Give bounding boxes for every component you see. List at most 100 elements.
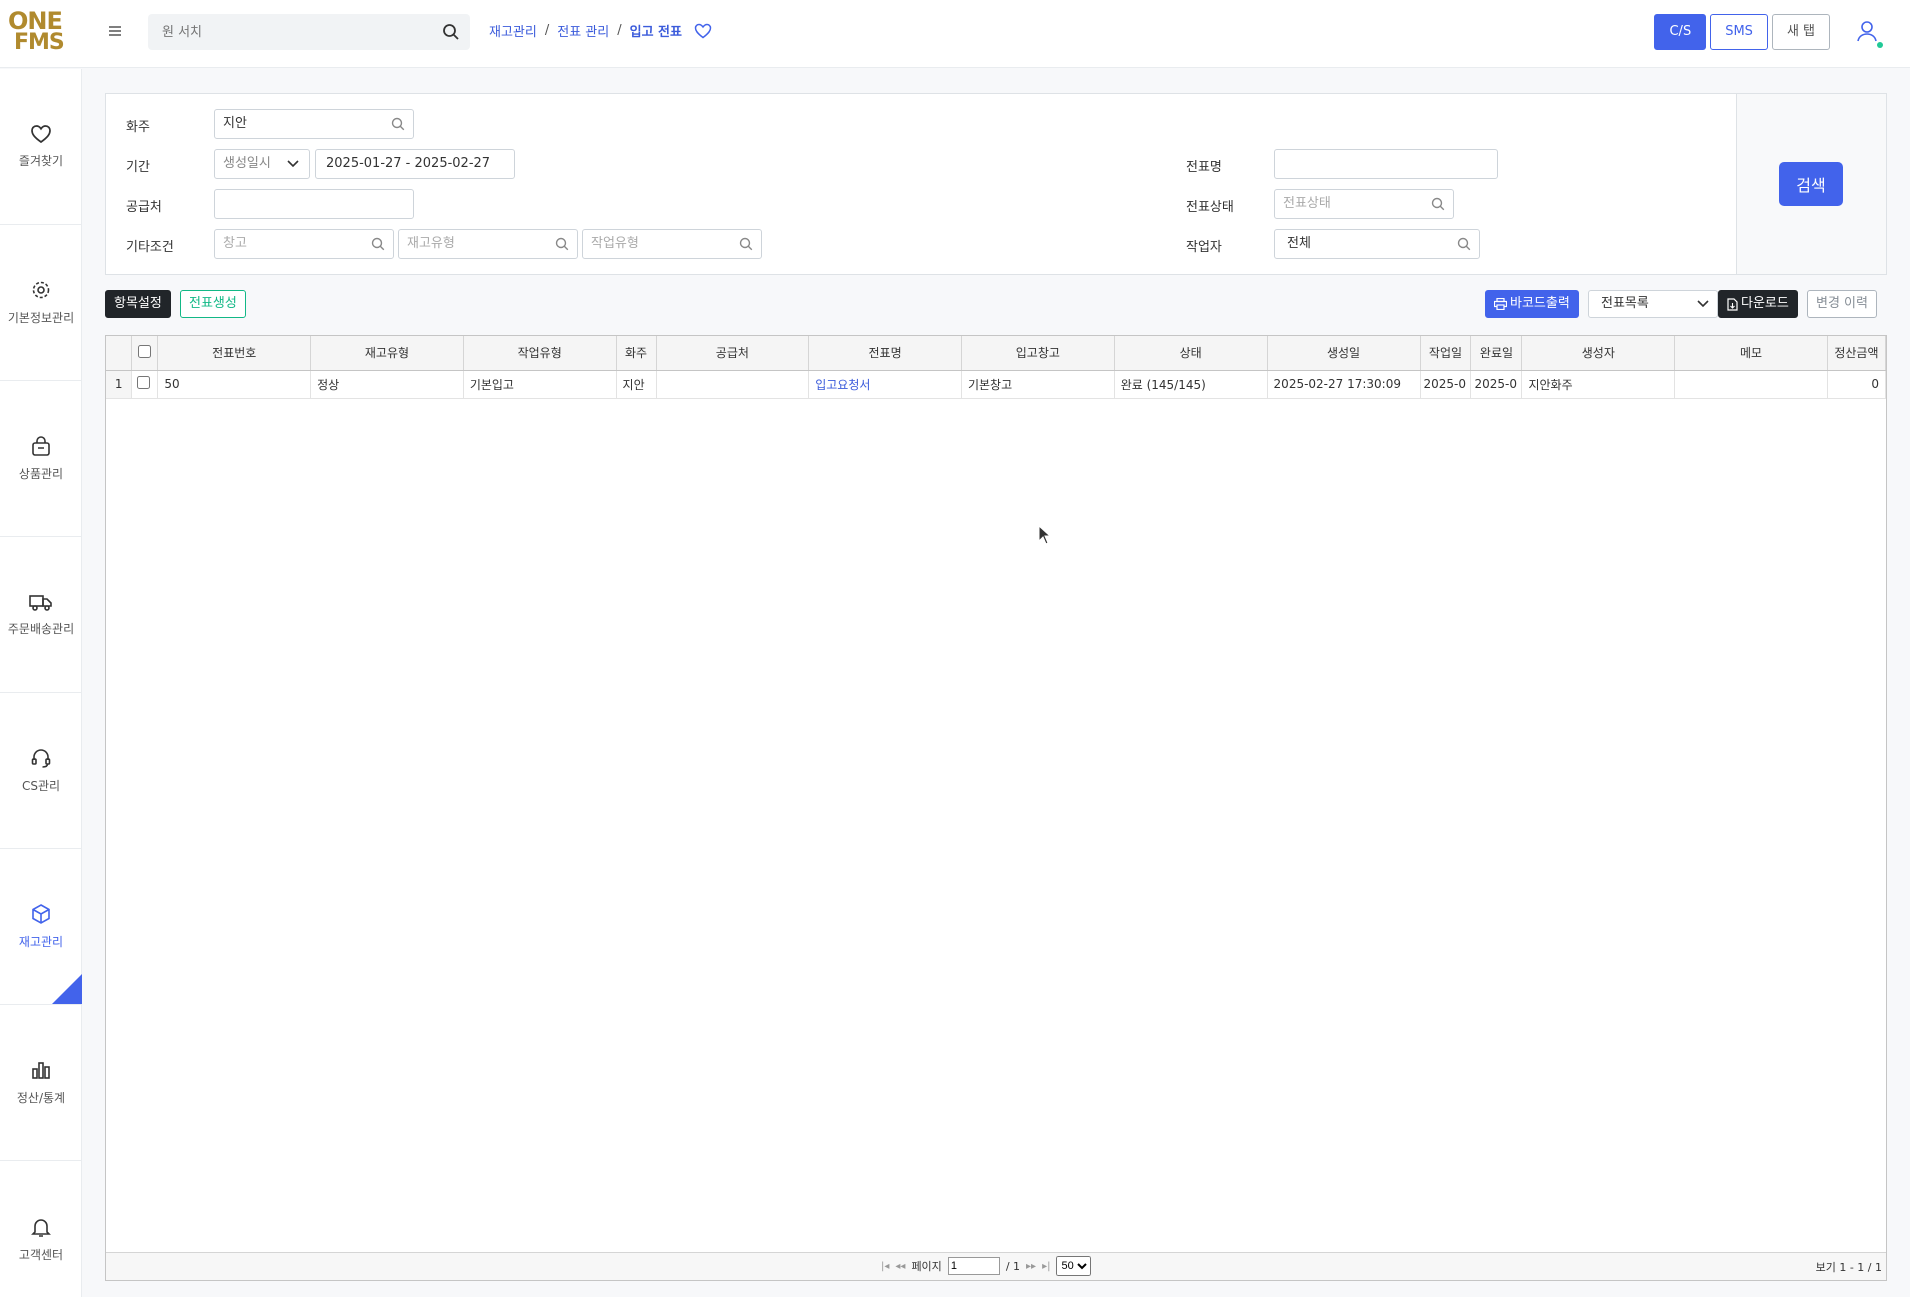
download-button[interactable]: 다운로드 xyxy=(1718,290,1798,318)
column-header[interactable]: 완료일 xyxy=(1470,336,1523,371)
breadcrumb-item-slip-management[interactable]: 전표 관리 xyxy=(557,21,609,40)
column-header[interactable]: 작업일 xyxy=(1420,336,1472,371)
sidebar-item-label: 재고관리 xyxy=(18,935,64,949)
chevron-down-icon xyxy=(287,160,299,168)
work-date-cell: 2025-0 xyxy=(1420,370,1472,399)
top-bar: ONE FMS 재고관리 / 전표 관리 / 입고 전표 C/S SMS 새 탭 xyxy=(0,0,1910,68)
global-search-input[interactable] xyxy=(148,14,428,50)
row-select-cell xyxy=(131,370,159,399)
work-type-filter[interactable]: 작업유형 xyxy=(582,229,762,259)
sidebar-item-products[interactable]: 상품관리 xyxy=(0,381,82,537)
favorite-heart-icon[interactable] xyxy=(694,23,712,39)
column-header[interactable]: 생성자 xyxy=(1521,336,1676,371)
column-header[interactable]: 전표명 xyxy=(808,336,962,371)
sidebar-item-orders-delivery[interactable]: 주문배송관리 xyxy=(0,537,82,693)
next-page-icon[interactable]: ▸▸ xyxy=(1026,1261,1036,1272)
cs-button[interactable]: C/S xyxy=(1654,14,1707,50)
new-tab-button[interactable]: 새 탭 xyxy=(1771,14,1830,50)
barcode-print-button[interactable]: 바코드출력 xyxy=(1485,290,1579,318)
pagination-controls: |◂ ◂◂ 페이지 / 1 ▸▸ ▸| 50 xyxy=(881,1256,1092,1276)
column-header[interactable]: 작업유형 xyxy=(463,336,617,371)
column-header[interactable]: 상태 xyxy=(1114,336,1268,371)
breadcrumb-separator: / xyxy=(617,23,622,38)
worker-filter[interactable]: 전체 xyxy=(1274,229,1480,259)
page-number-input[interactable] xyxy=(947,1257,1000,1275)
record-summary: 보기 1 - 1 / 1 xyxy=(1815,1261,1882,1274)
search-icon[interactable] xyxy=(1457,237,1471,251)
stock-type-filter[interactable]: 재고유형 xyxy=(398,229,578,259)
heart-icon xyxy=(30,124,52,144)
hamburger-menu-icon[interactable] xyxy=(104,20,126,42)
bag-icon xyxy=(30,435,52,457)
column-header[interactable]: 생성일 xyxy=(1267,336,1421,371)
slip-name-link[interactable]: 입고요청서 xyxy=(808,370,962,399)
column-header[interactable]: 정산금액 xyxy=(1827,336,1886,371)
sidebar-item-basic-info[interactable]: 기본정보관리 xyxy=(0,225,82,381)
sms-button[interactable]: SMS xyxy=(1710,14,1768,50)
app-logo[interactable]: ONE FMS xyxy=(8,7,68,58)
prev-page-icon[interactable]: ◂◂ xyxy=(895,1261,905,1272)
create-slip-button[interactable]: 전표생성 xyxy=(180,290,246,318)
sidebar-item-customer-center[interactable]: 고객센터 xyxy=(0,1161,82,1297)
logo-line1: ONE xyxy=(8,7,63,35)
column-settings-button[interactable]: 항목설정 xyxy=(105,290,171,318)
table-row[interactable]: 1 50 정상 기본입고 지안 입고요청서 기본창고 완료 (145/145) … xyxy=(106,370,1886,399)
column-header[interactable]: 메모 xyxy=(1674,336,1828,371)
column-header[interactable]: 공급처 xyxy=(656,336,810,371)
supplier-cell xyxy=(656,370,810,399)
user-profile-icon[interactable] xyxy=(1854,18,1880,44)
slip-status-placeholder: 전표상태 xyxy=(1283,196,1331,211)
column-header[interactable]: 입고창고 xyxy=(961,336,1115,371)
supplier-input[interactable] xyxy=(214,189,414,219)
stock-type-cell: 정상 xyxy=(310,370,464,399)
sidebar-item-settlement-stats[interactable]: 정산/통계 xyxy=(0,1005,82,1161)
page-label: 페이지 xyxy=(911,1260,942,1273)
other-conditions-label: 기타조건 xyxy=(126,240,174,255)
column-header[interactable]: 화주 xyxy=(616,336,657,371)
search-icon[interactable] xyxy=(371,237,385,251)
page-size-select[interactable]: 50 xyxy=(1056,1256,1092,1276)
search-icon[interactable] xyxy=(442,23,460,41)
sidebar-item-cs[interactable]: CS관리 xyxy=(0,693,82,849)
stock-type-placeholder: 재고유형 xyxy=(407,236,455,251)
breadcrumb-item-inventory[interactable]: 재고관리 xyxy=(489,21,537,40)
sidebar-item-label: 정산/통계 xyxy=(16,1091,66,1105)
sidebar-item-label: 고객센터 xyxy=(18,1247,64,1262)
printer-icon xyxy=(1494,298,1507,310)
search-icon[interactable] xyxy=(1431,197,1445,211)
download-label: 다운로드 xyxy=(1741,296,1789,311)
slip-grid: 전표번호 재고유형 작업유형 화주 공급처 전표명 입고창고 상태 생성일 작업… xyxy=(105,335,1887,1281)
column-header[interactable]: 재고유형 xyxy=(310,336,464,371)
gear-icon xyxy=(30,279,52,301)
last-page-icon[interactable]: ▸| xyxy=(1042,1261,1050,1272)
table-header-row: 전표번호 재고유형 작업유형 화주 공급처 전표명 입고창고 상태 생성일 작업… xyxy=(106,336,1886,371)
column-header[interactable]: 전표번호 xyxy=(157,336,312,371)
warehouse-filter[interactable]: 창고 xyxy=(214,229,394,259)
select-all-checkbox[interactable] xyxy=(138,344,152,358)
period-range-input[interactable]: 2025-01-27 - 2025-02-27 xyxy=(315,149,515,179)
sidebar-item-inventory[interactable]: 재고관리 xyxy=(0,849,82,1005)
search-icon[interactable] xyxy=(555,237,569,251)
logo-line2: FMS xyxy=(14,30,65,55)
shipper-field[interactable]: 지안 xyxy=(214,109,414,139)
row-checkbox[interactable] xyxy=(137,376,151,389)
bell-icon xyxy=(30,1216,52,1238)
barcode-print-label: 바코드출력 xyxy=(1510,296,1570,311)
sidebar: 즐겨찾기 기본정보관리 상품관리 주문배송관리 CS관리 재고관리 정산/통계 … xyxy=(0,69,82,1297)
search-button[interactable]: 검색 xyxy=(1779,162,1843,206)
created-date-cell: 2025-02-27 17:30:09 xyxy=(1267,370,1421,399)
warehouse-placeholder: 창고 xyxy=(223,236,247,251)
search-icon[interactable] xyxy=(739,237,753,251)
first-page-icon[interactable]: |◂ xyxy=(881,1261,889,1272)
active-indicator xyxy=(52,974,82,1004)
breadcrumb: 재고관리 / 전표 관리 / 입고 전표 xyxy=(489,21,712,40)
slip-status-filter[interactable]: 전표상태 xyxy=(1274,189,1454,219)
sidebar-item-label: 주문배송관리 xyxy=(7,622,75,636)
search-icon[interactable] xyxy=(391,117,405,131)
change-history-button[interactable]: 변경 이력 xyxy=(1807,290,1877,318)
memo-cell xyxy=(1674,370,1828,399)
sidebar-item-favorites[interactable]: 즐겨찾기 xyxy=(0,69,82,225)
slip-name-input[interactable] xyxy=(1274,149,1498,179)
period-type-select[interactable]: 생성일시 xyxy=(214,149,310,179)
slip-list-select[interactable]: 전표목록 xyxy=(1588,290,1718,318)
